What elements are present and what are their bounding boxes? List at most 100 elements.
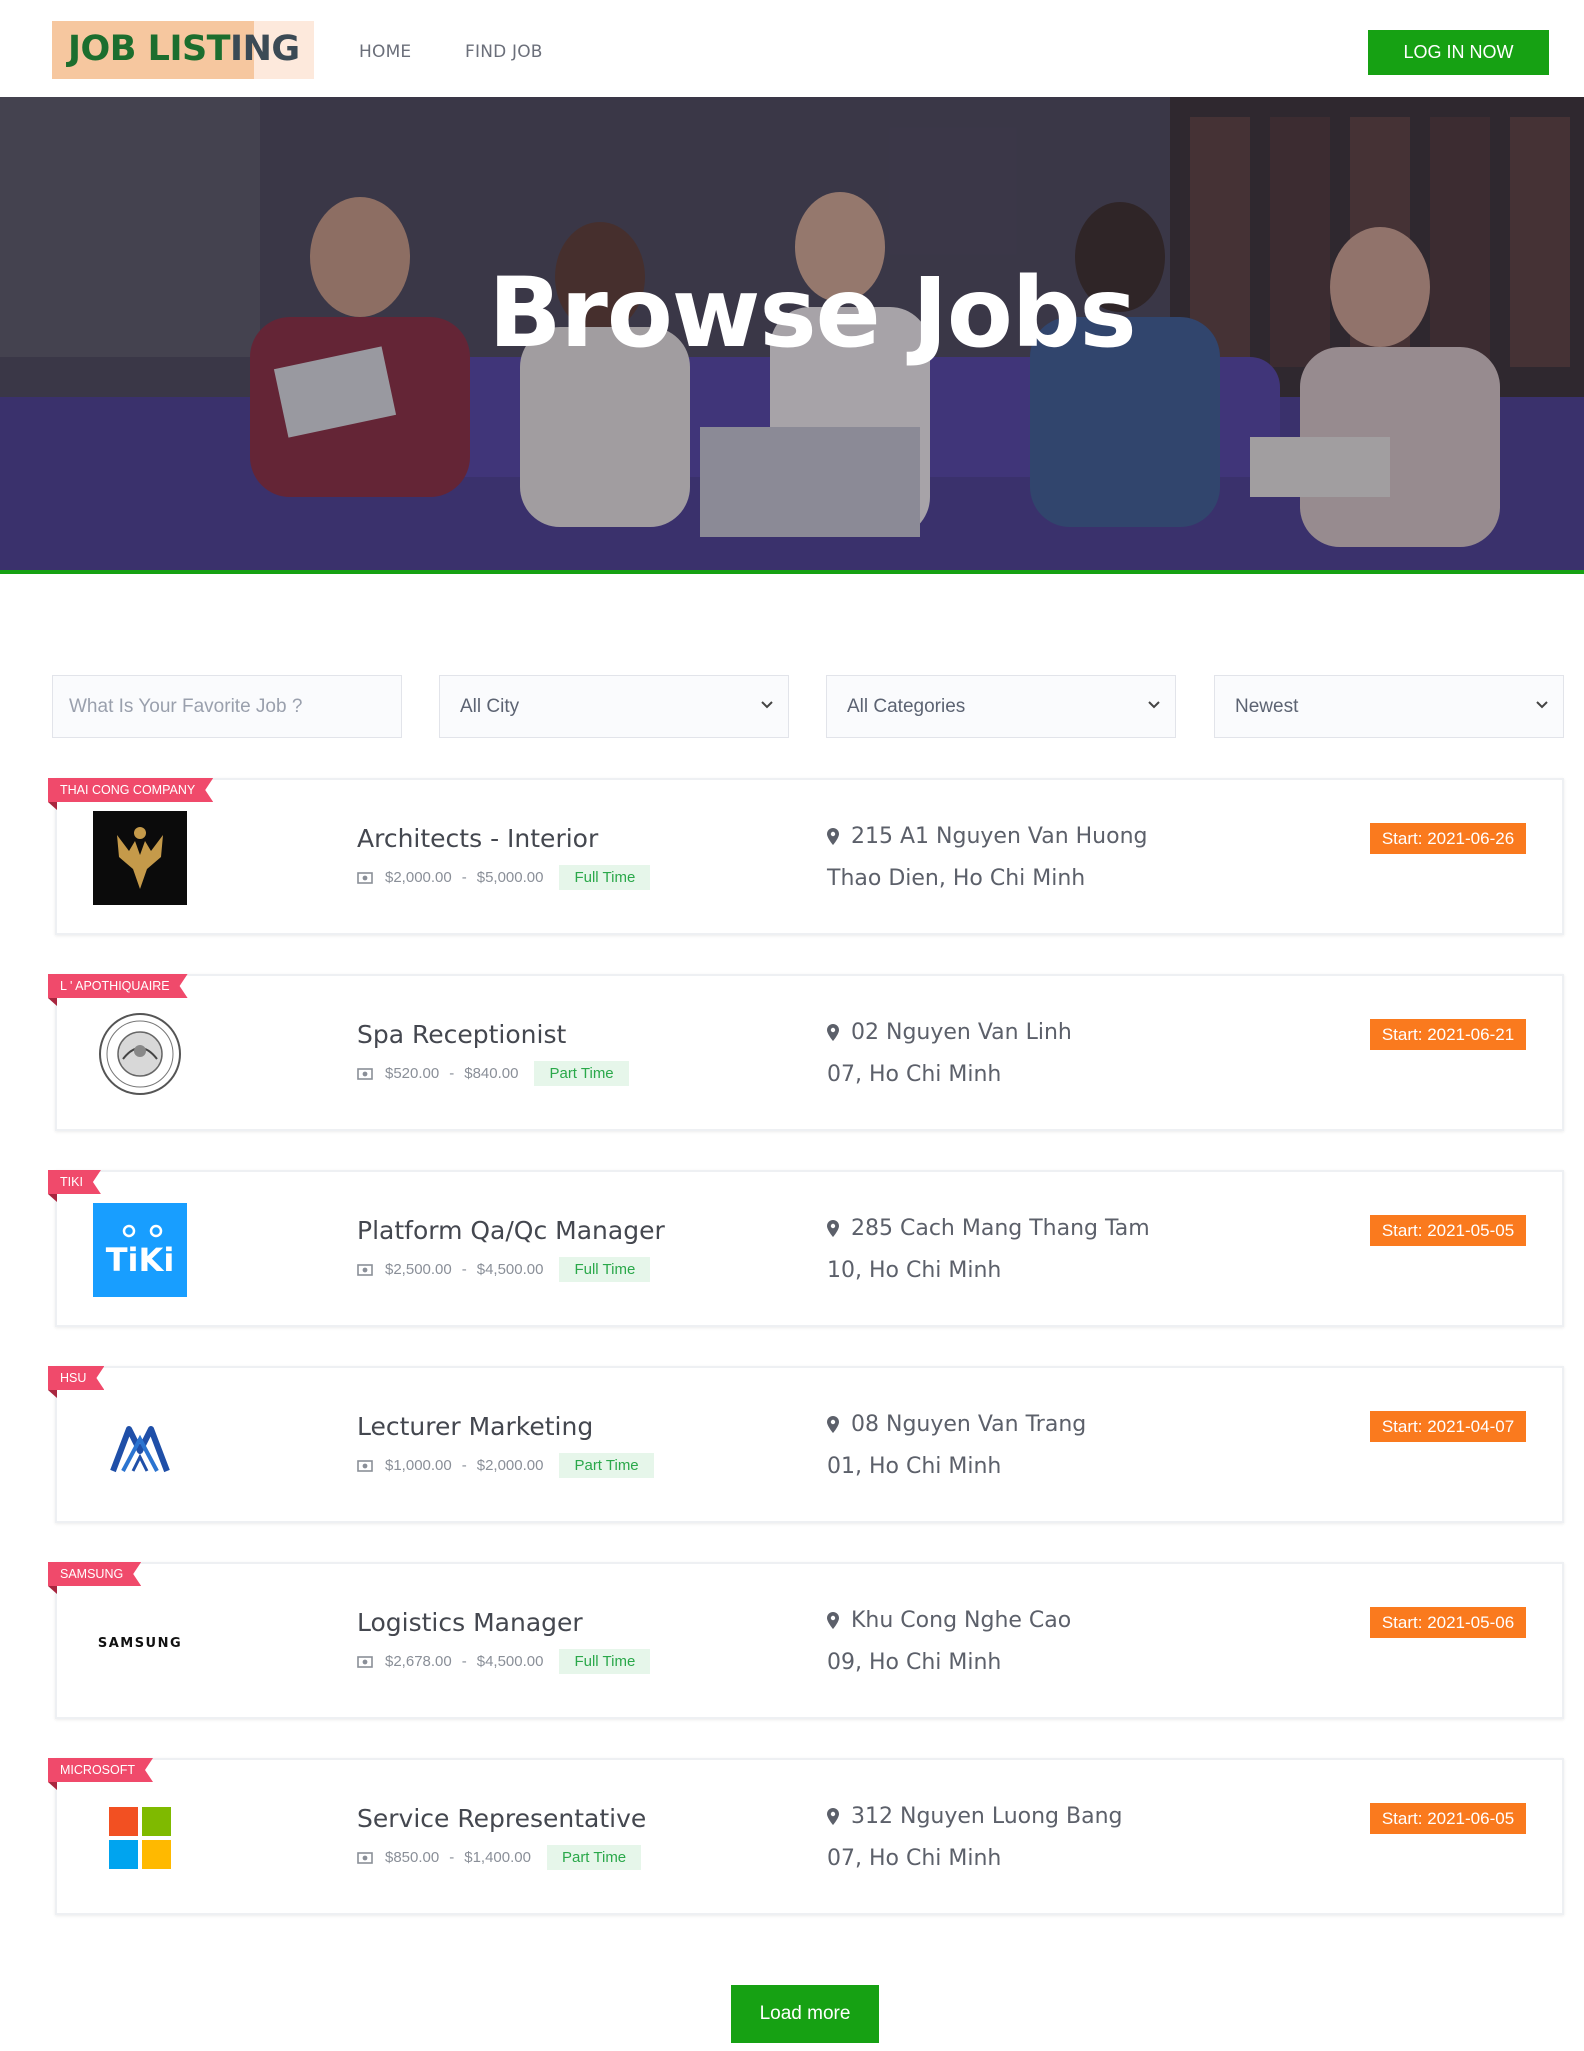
salary-max: $5,000.00 xyxy=(476,869,544,886)
salary-range: $2,500.00- $4,500.00 Full Time xyxy=(357,1257,651,1282)
microsoft-logo-icon xyxy=(109,1807,171,1869)
job-address-text: 08 Nguyen Van Trang xyxy=(851,1412,1087,1437)
job-area: 07, Ho Chi Minh xyxy=(827,1846,1002,1871)
job-type-badge: Part Time xyxy=(534,1061,629,1086)
salary-separator: - xyxy=(461,1457,467,1474)
chevron-down-icon xyxy=(1536,701,1548,709)
eagle-logo-icon xyxy=(93,811,187,905)
chevron-down-icon xyxy=(1148,701,1160,709)
start-date-badge: Start: 2021-04-07 xyxy=(1370,1411,1526,1442)
ribbon-fold xyxy=(48,802,57,810)
job-card[interactable]: HSU Lecturer Marketing $1,000.00- $2,000.… xyxy=(48,1366,1564,1523)
job-title[interactable]: Lecturer Marketing xyxy=(357,1412,593,1441)
job-address-text: 285 Cach Mang Thang Tam xyxy=(851,1216,1150,1241)
job-card[interactable]: TIKI TiKi Platform Qa/Qc Manager $2,500.… xyxy=(48,1170,1564,1327)
nav-home[interactable]: HOME xyxy=(359,42,411,62)
start-date-badge: Start: 2021-05-05 xyxy=(1370,1215,1526,1246)
job-title[interactable]: Architects - Interior xyxy=(357,824,598,853)
job-title[interactable]: Service Representative xyxy=(357,1804,646,1833)
job-area: Thao Dien, Ho Chi Minh xyxy=(827,866,1086,891)
hsu-logo-icon xyxy=(110,1426,170,1473)
nav-find-job[interactable]: FIND JOB xyxy=(465,42,543,62)
money-icon xyxy=(357,1067,373,1080)
map-pin-icon xyxy=(827,1808,839,1825)
salary-separator: - xyxy=(461,869,467,886)
salary-min: $1,000.00 xyxy=(385,1457,452,1474)
job-area: 09, Ho Chi Minh xyxy=(827,1650,1002,1675)
money-icon xyxy=(357,1851,373,1864)
company-ribbon: L ' APOTHIQUAIRE xyxy=(48,974,188,998)
map-pin-icon xyxy=(827,1024,839,1041)
city-select[interactable]: All City xyxy=(439,675,789,738)
samsung-logo-text: SAMSUNG xyxy=(98,1636,182,1651)
start-date-badge: Start: 2021-05-06 xyxy=(1370,1607,1526,1638)
job-title[interactable]: Logistics Manager xyxy=(357,1608,583,1637)
company-logo xyxy=(93,1399,187,1493)
job-address-text: 02 Nguyen Van Linh xyxy=(851,1020,1072,1045)
seal-logo-icon xyxy=(99,1013,181,1095)
load-more-button[interactable]: Load more xyxy=(731,1985,879,2043)
salary-min: $2,000.00 xyxy=(385,869,452,886)
ribbon-fold xyxy=(48,1586,57,1594)
salary-max: $1,400.00 xyxy=(464,1849,531,1866)
logo-text: JOB LISTING xyxy=(68,29,300,69)
company-ribbon: MICROSOFT xyxy=(48,1758,153,1782)
city-select-value: All City xyxy=(460,695,520,717)
job-address: 02 Nguyen Van Linh xyxy=(827,1020,1072,1045)
map-pin-icon xyxy=(827,1612,839,1629)
job-area: 07, Ho Chi Minh xyxy=(827,1062,1002,1087)
salary-separator: - xyxy=(449,1849,455,1866)
job-title[interactable]: Platform Qa/Qc Manager xyxy=(357,1216,665,1245)
job-card[interactable]: SAMSUNG SAMSUNG Logistics Manager $2,678… xyxy=(48,1562,1564,1719)
salary-min: $850.00 xyxy=(385,1849,440,1866)
hero-banner: Browse Jobs xyxy=(0,97,1584,570)
tiki-logo-text: TiKi xyxy=(106,1241,175,1279)
samsung-logo-icon: SAMSUNG xyxy=(98,1636,182,1651)
job-type-badge: Part Time xyxy=(546,1845,642,1870)
salary-min: $2,678.00 xyxy=(385,1653,452,1670)
ribbon-fold xyxy=(48,1194,57,1202)
job-address: 215 A1 Nguyen Van Huong xyxy=(827,824,1148,849)
hero-divider xyxy=(0,570,1584,574)
job-title[interactable]: Spa Receptionist xyxy=(357,1020,566,1049)
logo-text-part2: ING xyxy=(230,29,300,69)
map-pin-icon xyxy=(827,1416,839,1433)
job-address: 312 Nguyen Luong Bang xyxy=(827,1804,1123,1829)
job-type-badge: Full Time xyxy=(559,1649,651,1674)
salary-max: $4,500.00 xyxy=(476,1653,544,1670)
site-logo[interactable]: JOB LISTING xyxy=(52,21,314,79)
logo-text-part1: JOB LIST xyxy=(68,29,231,69)
job-area: 01, Ho Chi Minh xyxy=(827,1454,1002,1479)
job-area: 10, Ho Chi Minh xyxy=(827,1258,1002,1283)
map-pin-icon xyxy=(827,828,839,845)
login-button[interactable]: LOG IN NOW xyxy=(1368,30,1549,75)
job-card[interactable]: MICROSOFT Service Representative $850.00… xyxy=(48,1758,1564,1915)
company-logo xyxy=(93,811,187,905)
money-icon xyxy=(357,1655,373,1668)
company-logo: SAMSUNG xyxy=(93,1595,187,1689)
job-address-text: Khu Cong Nghe Cao xyxy=(851,1608,1072,1633)
start-date-badge: Start: 2021-06-21 xyxy=(1370,1019,1526,1050)
salary-range: $2,000.00- $5,000.00 Full Time xyxy=(357,865,651,890)
job-card[interactable]: L ' APOTHIQUAIRE Spa Receptionist $520.0… xyxy=(48,974,1564,1131)
job-address: 08 Nguyen Van Trang xyxy=(827,1412,1086,1437)
search-input[interactable]: What Is Your Favorite Job ? xyxy=(52,675,402,738)
category-select[interactable]: All Categories xyxy=(826,675,1176,738)
company-ribbon: THAI CONG COMPANY xyxy=(48,778,213,802)
company-logo: TiKi xyxy=(93,1203,187,1297)
salary-max: $2,000.00 xyxy=(476,1457,544,1474)
site-header: JOB LISTING HOME FIND JOB LOG IN NOW xyxy=(0,0,1584,97)
salary-min: $2,500.00 xyxy=(385,1261,452,1278)
job-type-badge: Full Time xyxy=(559,865,651,890)
hero-title: Browse Jobs xyxy=(488,257,1136,369)
job-card[interactable]: THAI CONG COMPANY Architects - Interior … xyxy=(48,778,1564,935)
start-date-badge: Start: 2021-06-05 xyxy=(1370,1803,1526,1834)
salary-range: $520.00- $840.00 Part Time xyxy=(357,1061,629,1086)
job-type-badge: Part Time xyxy=(559,1453,654,1478)
salary-max: $840.00 xyxy=(464,1065,519,1082)
company-logo xyxy=(93,1007,187,1101)
start-date-badge: Start: 2021-06-26 xyxy=(1370,823,1526,854)
job-address-text: 215 A1 Nguyen Van Huong xyxy=(851,824,1148,849)
sort-select[interactable]: Newest xyxy=(1214,675,1564,738)
salary-max: $4,500.00 xyxy=(476,1261,544,1278)
